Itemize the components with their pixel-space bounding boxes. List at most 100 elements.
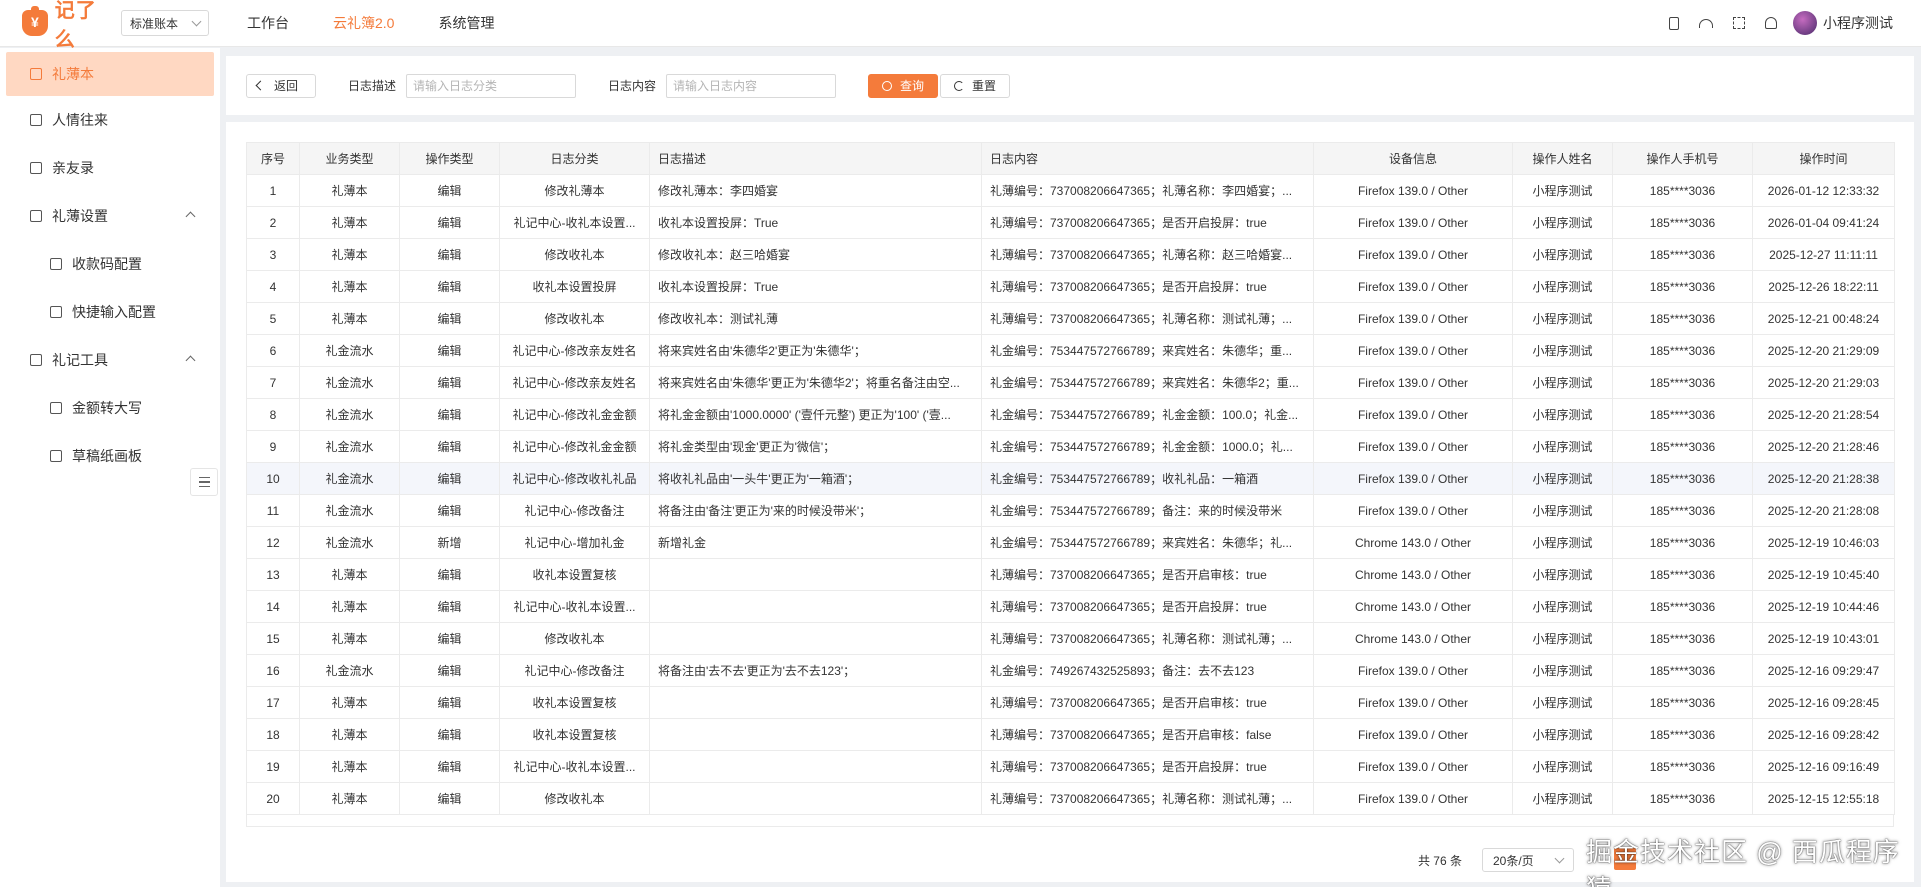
chevron-up-icon[interactable] (185, 355, 196, 366)
log-table: 序号 业务类型 操作类型 日志分类 日志描述 日志内容 设备信息 操作人姓名 操作人手机号 操作时… (246, 142, 1895, 815)
avatar[interactable] (1793, 11, 1817, 35)
table-cell: 礼金流水 (299, 462, 400, 495)
table-cell (649, 686, 982, 719)
table-row[interactable]: 17 礼薄本 编辑 收礼本设置复核 礼薄编号：737008206647365；是否开启审… (246, 686, 1895, 719)
table-row[interactable]: 12 礼金流水 新增 礼记中心-增加礼金 新增礼金 礼金编号：75344757276678… (246, 526, 1895, 559)
table-cell: 小程序测试 (1512, 494, 1613, 527)
sidebar-item-6[interactable]: 礼记工具 (0, 336, 220, 384)
table-row[interactable]: 16 礼金流水 编辑 礼记中心-修改备注 将备注由'去不去'更正为'去不去123'； 礼金… (246, 654, 1895, 687)
table-row[interactable]: 11 礼金流水 编辑 礼记中心-修改备注 将备注由'备注'更正为'来的时候没带米'； 礼金… (246, 494, 1895, 527)
sidebar-item-2[interactable]: 亲友录 (0, 144, 220, 192)
table-cell: 编辑 (399, 334, 500, 367)
bell-icon[interactable] (1765, 17, 1777, 29)
table-row[interactable]: 7 礼金流水 编辑 礼记中心-修改亲友姓名 将来宾姓名由'朱德华'更正为'朱德华2'；将… (246, 366, 1895, 399)
table-row[interactable]: 4 礼薄本 编辑 收礼本设置投屏 收礼本设置投屏：True 礼薄编号：7370082066… (246, 270, 1895, 303)
nav-item-2[interactable]: 系统管理 (438, 13, 494, 33)
query-button[interactable]: 查询 (868, 73, 939, 98)
table-cell: 7 (246, 366, 300, 399)
table-row[interactable]: 1 礼薄本 编辑 修改礼薄本 修改礼薄本：李四婚宴 礼薄编号：73700820664736… (246, 174, 1895, 207)
table-cell: 小程序测试 (1512, 782, 1613, 815)
pager-total: 共 76 条 (1417, 853, 1462, 868)
table-row[interactable]: 20 礼薄本 编辑 修改收礼本 礼薄编号：737008206647365；礼薄名称：测试… (246, 782, 1895, 815)
table-cell: 小程序测试 (1512, 270, 1613, 303)
table-cell: 185****3036 (1612, 526, 1753, 559)
table-cell: 2026-01-04 09:41:24 (1752, 206, 1895, 239)
table-cell: 16 (246, 654, 300, 687)
table-row[interactable]: 2 礼薄本 编辑 礼记中心-收礼本设置... 收礼本设置投屏：True 礼薄编号：7370… (246, 206, 1895, 239)
money-bag-icon (22, 6, 48, 36)
table-cell: 礼金流水 (299, 366, 400, 399)
table-cell: Firefox 139.0 / Other (1313, 270, 1513, 303)
table-row[interactable]: 10 礼金流水 编辑 礼记中心-修改收礼礼品 将收礼礼品由'一头牛'更正为'一箱酒'；礼… (246, 462, 1895, 495)
table-cell: 小程序测试 (1512, 558, 1613, 591)
reset-button-label: 重置 (972, 79, 997, 93)
nav-item-0[interactable]: 工作台 (247, 13, 289, 33)
column-header: 设备信息 (1313, 142, 1513, 175)
sidebar-item-7[interactable]: 金额转大写 (0, 384, 220, 432)
table-cell: 礼金流水 (299, 654, 400, 687)
chevron-left-icon (255, 80, 266, 91)
table-cell: Firefox 139.0 / Other (1313, 494, 1513, 527)
table-cell: Chrome 143.0 / Other (1313, 590, 1513, 623)
column-header: 日志描述 (649, 142, 982, 175)
table-cell: 185****3036 (1612, 718, 1753, 751)
calculator-icon (50, 402, 62, 414)
back-button[interactable]: 返回 (246, 73, 316, 98)
table-cell: 收礼本设置复核 (499, 558, 650, 591)
table-cell: 编辑 (399, 270, 500, 303)
table-cell: 5 (246, 302, 300, 335)
table-row[interactable]: 6 礼金流水 编辑 礼记中心-修改亲友姓名 将来宾姓名由'朱德华2'更正为'朱德华'；礼… (246, 334, 1895, 367)
table-cell: 礼薄编号：737008206647365；是否开启审核：true (981, 686, 1314, 719)
sidebar-item-1[interactable]: 人情往来 (0, 96, 220, 144)
table-cell: 11 (246, 494, 300, 527)
table-row[interactable]: 18 礼薄本 编辑 收礼本设置复核 礼薄编号：737008206647365；是否开启审… (246, 718, 1895, 751)
table-cell: 13 (246, 558, 300, 591)
account-select[interactable]: 标准账本 (121, 10, 209, 36)
reset-button[interactable]: 重置 (940, 73, 1011, 98)
sidebar-item-5[interactable]: 快捷输入配置 (0, 288, 220, 336)
logo[interactable]: 记了么 (22, 0, 117, 52)
nav-item-1[interactable]: 云礼簿2.0 (333, 13, 394, 33)
table-cell: 8 (246, 398, 300, 431)
fullscreen-icon[interactable] (1733, 17, 1745, 29)
table-row[interactable]: 14 礼薄本 编辑 礼记中心-收礼本设置... 礼薄编号：737008206647365… (246, 590, 1895, 623)
table-cell: Firefox 139.0 / Other (1313, 334, 1513, 367)
sidebar-item-label: 亲友录 (52, 160, 94, 176)
table-cell: 编辑 (399, 590, 500, 623)
table-cell: 小程序测试 (1512, 526, 1613, 559)
pagination: 共 76 条 20条/页 (1418, 848, 1574, 872)
sidebar-item-label: 金额转大写 (72, 400, 142, 416)
headset-icon[interactable] (1699, 18, 1713, 28)
table-cell: 2025-12-16 09:16:49 (1752, 750, 1895, 783)
table-cell: 礼金编号：753447572766789；礼金金额：100.0；礼金... (981, 398, 1314, 431)
sidebar-item-0[interactable]: 礼薄本 (6, 52, 214, 96)
table-cell: 185****3036 (1612, 398, 1753, 431)
table-row[interactable]: 3 礼薄本 编辑 修改收礼本 修改收礼本：赵三哈婚宴 礼薄编号：7370082066473… (246, 238, 1895, 271)
table-cell: 2025-12-19 10:43:01 (1752, 622, 1895, 655)
sidebar-item-8[interactable]: 草稿纸画板 (0, 432, 220, 480)
table-cell: 2025-12-27 11:11:11 (1752, 238, 1895, 271)
table-cell: Firefox 139.0 / Other (1313, 238, 1513, 271)
sidebar-item-3[interactable]: 礼薄设置 (0, 192, 220, 240)
chevron-up-icon[interactable] (185, 211, 196, 222)
table-cell: 礼记中心-收礼本设置... (499, 590, 650, 623)
query-button-label: 查询 (900, 79, 925, 93)
table-row[interactable]: 13 礼薄本 编辑 收礼本设置复核 礼薄编号：737008206647365；是否开启审… (246, 558, 1895, 591)
table-cell: Firefox 139.0 / Other (1313, 398, 1513, 431)
sidebar-collapse-button[interactable] (190, 468, 218, 496)
table-row[interactable]: 9 礼金流水 编辑 礼记中心-修改礼金金额 将礼金类型由'现金'更正为'微信'； 礼金编号… (246, 430, 1895, 463)
content-input[interactable] (666, 73, 837, 98)
table-cell: 礼金流水 (299, 398, 400, 431)
desc-input[interactable] (406, 73, 577, 98)
table-row[interactable]: 5 礼薄本 编辑 修改收礼本 修改收礼本：测试礼薄 礼薄编号：73700820664736… (246, 302, 1895, 335)
table-cell: Firefox 139.0 / Other (1313, 654, 1513, 687)
table-cell: 礼薄编号：737008206647365；礼薄名称：李四婚宴；... (981, 174, 1314, 207)
table-row[interactable]: 15 礼薄本 编辑 修改收礼本 礼薄编号：737008206647365；礼薄名称：测试… (246, 622, 1895, 655)
user-name[interactable]: 小程序测试 (1823, 13, 1893, 33)
sidebar-item-4[interactable]: 收款码配置 (0, 240, 220, 288)
table-row[interactable]: 19 礼薄本 编辑 礼记中心-收礼本设置... 礼薄编号：737008206647365… (246, 750, 1895, 783)
page-size-select[interactable]: 20条/页 (1482, 848, 1574, 872)
table-row[interactable]: 8 礼金流水 编辑 礼记中心-修改礼金金额 将礼金金额由'1000.0000' ('壹仟… (246, 398, 1895, 431)
mobile-icon[interactable] (1669, 16, 1679, 30)
table-cell: Chrome 143.0 / Other (1313, 622, 1513, 655)
